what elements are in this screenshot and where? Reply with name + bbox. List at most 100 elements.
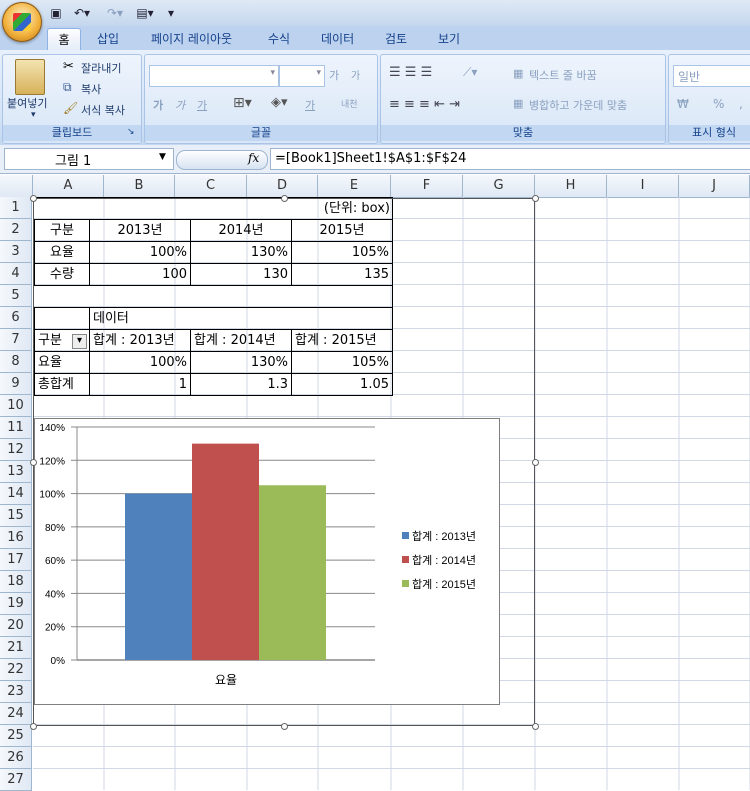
copy-icon: ⧉ <box>63 80 72 94</box>
font-size-select[interactable]: ▾ <box>279 65 325 87</box>
row-header-5[interactable]: 5 <box>0 285 32 307</box>
tab-page-layout[interactable]: 페이지 레이아웃 <box>151 28 232 50</box>
italic-button[interactable]: 가 <box>175 97 185 113</box>
grow-font-button[interactable]: 가 <box>329 67 339 83</box>
row-header-20[interactable]: 20 <box>0 615 32 637</box>
row-header-2[interactable]: 2 <box>0 219 32 241</box>
align-left-icon[interactable]: ≡ ≡ ≡ ⇤ ⇥ <box>389 97 460 112</box>
fill-color-icon[interactable]: ◈▾ <box>271 95 288 110</box>
alignment-group-label: 맞춤 <box>381 125 665 141</box>
shrink-font-button[interactable]: 가 <box>351 67 360 82</box>
row-header-11[interactable]: 11 <box>0 417 32 439</box>
column-header-G[interactable]: G <box>463 175 535 197</box>
resize-handle[interactable] <box>30 459 37 466</box>
tab-formulas[interactable]: 수식 <box>268 28 290 50</box>
resize-handle[interactable] <box>532 723 539 730</box>
paste-button[interactable]: 붙여넣기 <box>7 95 47 111</box>
row-header-9[interactable]: 9 <box>0 373 32 395</box>
name-box-value: 그림 1 <box>55 154 92 169</box>
row-header-12[interactable]: 12 <box>0 439 32 461</box>
underline-button[interactable]: 가 <box>197 97 207 113</box>
merge-center-button[interactable]: 병합하고 가운데 맞춤 <box>529 97 627 113</box>
currency-button[interactable]: ₩ <box>677 97 689 111</box>
resize-handle[interactable] <box>532 195 539 202</box>
column-header-E[interactable]: E <box>318 175 391 197</box>
number-format-select[interactable]: 일반 <box>673 65 750 87</box>
font-group: ▾ ▾ 가 가 가 가 가 ⊞▾ ◈▾ 가 내천 글꼴 <box>144 54 378 144</box>
font-group-label: 글꼴 <box>145 125 377 141</box>
row-header-22[interactable]: 22 <box>0 659 32 681</box>
phonetic-button[interactable]: 내천 <box>341 97 358 110</box>
office-button[interactable] <box>2 2 42 42</box>
row-header-17[interactable]: 17 <box>0 549 32 571</box>
tab-review[interactable]: 검토 <box>385 28 407 50</box>
row-header-13[interactable]: 13 <box>0 461 32 483</box>
column-header-I[interactable]: I <box>607 175 679 197</box>
column-header-B[interactable]: B <box>104 175 175 197</box>
copy-button[interactable]: 복사 <box>81 81 101 97</box>
row-header-6[interactable]: 6 <box>0 307 32 329</box>
comma-button[interactable]: , <box>739 97 743 111</box>
font-name-select[interactable]: ▾ <box>149 65 279 87</box>
column-header-D[interactable]: D <box>247 175 318 197</box>
paste-dropdown-icon[interactable]: ▾ <box>31 110 36 120</box>
row-header-24[interactable]: 24 <box>0 703 32 725</box>
picture-selection-frame <box>33 198 535 726</box>
row-header-4[interactable]: 4 <box>0 263 32 285</box>
row-header-18[interactable]: 18 <box>0 571 32 593</box>
row-header-10[interactable]: 10 <box>0 395 32 417</box>
row-header-8[interactable]: 8 <box>0 351 32 373</box>
name-box-dropdown-icon[interactable]: ▼ <box>159 152 166 162</box>
dialog-launcher-icon[interactable]: ↘ <box>127 127 135 137</box>
tab-view[interactable]: 보기 <box>438 28 460 50</box>
bold-button[interactable]: 가 <box>153 97 163 113</box>
office-logo-icon <box>13 13 31 31</box>
column-header-C[interactable]: C <box>175 175 247 197</box>
resize-handle[interactable] <box>30 195 37 202</box>
number-group-label: 표시 형식 <box>669 125 750 141</box>
row-header-16[interactable]: 16 <box>0 527 32 549</box>
undo-icon[interactable]: ↶▾ <box>70 5 94 21</box>
customize-toolbar-button[interactable]: ▾ <box>165 5 177 21</box>
column-header-F[interactable]: F <box>391 175 463 197</box>
cut-button[interactable]: 잘라내기 <box>81 60 121 76</box>
format-painter-button[interactable]: 서식 복사 <box>81 102 125 118</box>
resize-handle[interactable] <box>30 723 37 730</box>
save-icon[interactable]: ▣ <box>48 5 64 21</box>
row-header-19[interactable]: 19 <box>0 593 32 615</box>
tab-insert[interactable]: 삽입 <box>97 28 119 50</box>
row-header-1[interactable]: 1 <box>0 197 32 219</box>
row-header-25[interactable]: 25 <box>0 725 32 747</box>
align-top-icon[interactable]: ☰ ☰ ☰ <box>389 65 432 80</box>
clipboard-group-label: 클립보드 <box>3 125 141 141</box>
wrap-text-icon: ▦ <box>513 67 524 80</box>
column-header-H[interactable]: H <box>535 175 607 197</box>
insert-function-button[interactable]: fx <box>248 151 259 165</box>
tab-home[interactable]: 홈 <box>47 28 81 51</box>
row-header-3[interactable]: 3 <box>0 241 32 263</box>
row-header-21[interactable]: 21 <box>0 637 32 659</box>
number-group: 일반 ₩ % , 표시 형식 <box>668 54 750 144</box>
column-header-A[interactable]: A <box>33 175 104 197</box>
orientation-icon[interactable]: ⟋▾ <box>463 65 477 80</box>
redo-icon[interactable]: ↷▾ <box>102 5 128 21</box>
resize-handle[interactable] <box>281 195 288 202</box>
resize-handle[interactable] <box>532 459 539 466</box>
row-header-14[interactable]: 14 <box>0 483 32 505</box>
percent-button[interactable]: % <box>713 97 724 111</box>
row-header-7[interactable]: 7 <box>0 329 32 351</box>
row-header-23[interactable]: 23 <box>0 681 32 703</box>
row-header-15[interactable]: 15 <box>0 505 32 527</box>
column-header-J[interactable]: J <box>679 175 750 197</box>
row-header-27[interactable]: 27 <box>0 769 32 791</box>
tab-data[interactable]: 데이터 <box>321 28 354 50</box>
scissors-icon: ✂ <box>63 59 74 74</box>
resize-handle[interactable] <box>281 723 288 730</box>
font-color-button[interactable]: 가 <box>305 97 315 113</box>
wrap-text-button[interactable]: 텍스트 줄 바꿈 <box>529 67 597 83</box>
row-header-26[interactable]: 26 <box>0 747 32 769</box>
borders-icon[interactable]: ⊞▾ <box>233 95 252 111</box>
quick-print-icon[interactable]: ▤▾ <box>133 5 157 21</box>
select-all-button[interactable] <box>0 175 33 197</box>
formula-text: =[Book1]Sheet1!$A$1:$F$24 <box>275 151 467 166</box>
